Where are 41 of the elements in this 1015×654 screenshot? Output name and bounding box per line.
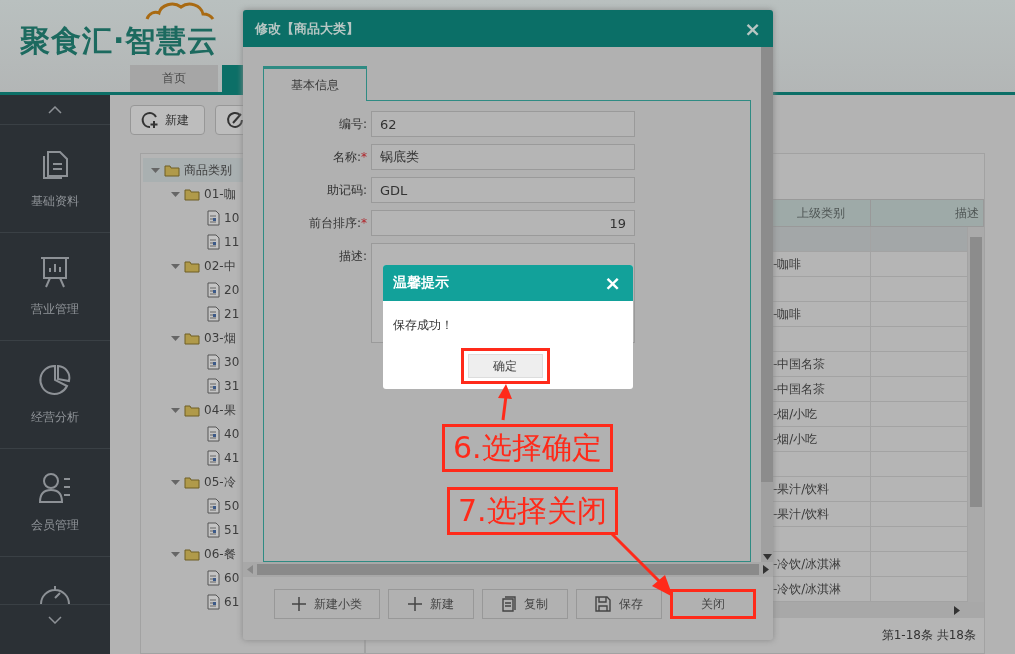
table-cell: -咖啡 xyxy=(773,255,802,273)
tree-item-label: 11 xyxy=(224,235,240,249)
tree-item-label: 41 xyxy=(224,451,240,465)
table-cell: -烟/小吃 xyxy=(773,405,818,423)
field-label: 名称:* xyxy=(331,149,367,166)
field-label: 前台排序:* xyxy=(307,215,367,232)
table-cell: -果汁/饮料 xyxy=(773,480,830,498)
tree-item-label: 商品类别 xyxy=(184,161,232,179)
annotation-callout: 7.选择关闭 xyxy=(447,487,618,535)
table-cell: -冷饮/冰淇淋 xyxy=(773,555,842,573)
alert-title: 温馨提示 xyxy=(393,274,449,292)
tree-item-label: 20 xyxy=(224,283,240,297)
annotation-callout: 6.选择确定 xyxy=(442,424,613,472)
dialog-title: 修改【商品大类】 xyxy=(255,19,359,38)
tree-item-label: 40 xyxy=(224,427,240,441)
tree-item-label: 02-中 xyxy=(204,257,236,275)
table-cell: -咖啡 xyxy=(773,305,802,323)
table-cell: -中国名茶 xyxy=(773,380,826,398)
tree-item-label: 06-餐 xyxy=(204,545,236,563)
logo-text: 聚食汇·智慧云 xyxy=(20,22,219,60)
field-label: 描述: xyxy=(337,248,367,265)
tree-item-label: 21 xyxy=(224,307,240,321)
field-label: 编号: xyxy=(337,116,367,133)
tree-item-label: 04-果 xyxy=(204,401,236,419)
table-cell: -烟/小吃 xyxy=(773,430,818,448)
tree-item-label: 60 xyxy=(224,571,240,585)
tree-item-label: 61 xyxy=(224,595,240,609)
table-cell: -果汁/饮料 xyxy=(773,505,830,523)
tree-item-label: 10 xyxy=(224,211,240,225)
alert-message: 保存成功！ xyxy=(392,317,454,334)
field-label: 助记码: xyxy=(325,182,367,199)
tree-item-label: 51 xyxy=(224,523,240,537)
tree-item-label: 05-冷 xyxy=(204,473,236,491)
tree-item-label: 30 xyxy=(224,355,240,369)
tree-item-label: 01-咖 xyxy=(204,185,236,203)
tree-item-label: 03-烟 xyxy=(204,329,236,347)
tree-item-label: 31 xyxy=(224,379,240,393)
tree-item-label: 50 xyxy=(224,499,240,513)
pagination-status: 第1-18条 共18条 xyxy=(881,627,976,644)
table-cell: -冷饮/冰淇淋 xyxy=(773,580,842,598)
table-cell: -中国名茶 xyxy=(773,355,826,373)
